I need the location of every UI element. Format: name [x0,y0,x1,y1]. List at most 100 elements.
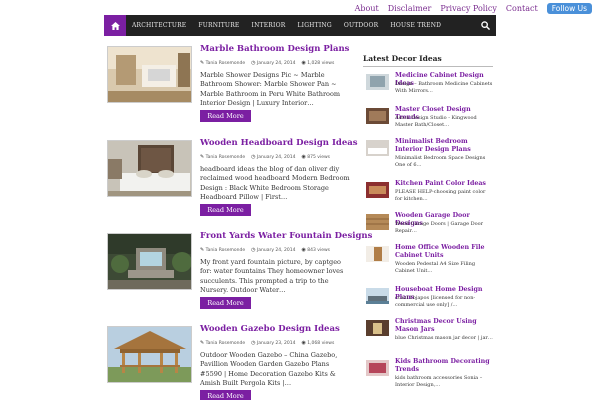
privacy-link[interactable]: Privacy Policy [440,4,497,13]
about-link[interactable]: About [355,4,379,13]
sidebar-item-desc: Aston Design Studio - Kingwood Master Ba… [395,115,477,128]
post-item: Front Yards Water Fountain Designs ✎ Tan… [104,231,372,321]
post-views: 1,028 views [307,61,335,66]
sidebar-item-desc: Design – Bathroom Medicine Cabinets With… [395,81,493,94]
post-views: 1,068 views [307,341,335,346]
post-excerpt: My front yard fountain picture, by captg… [200,258,344,294]
post-excerpt: headboard ideas the blog of dan oliver d… [200,165,350,201]
nav-item-interior[interactable]: INTERIOR [246,22,292,29]
post-title[interactable]: Wooden Headboard Design Ideas [200,138,358,148]
top-links: About Disclaimer Privacy Policy Contact … [355,3,592,14]
post-date: January 24, 2014 [256,155,296,160]
sidebar-item-title[interactable]: Kitchen Paint Color Ideas [395,180,493,188]
nav-item-outdoor[interactable]: OUTDOOR [338,22,385,29]
top-bar: About Disclaimer Privacy Policy Contact … [0,0,600,14]
sidebar-item-desc: kids bathroom accessories Sonia – Interi… [395,375,483,388]
sidebar-thumbnail[interactable] [366,288,389,304]
sidebar-thumbnail[interactable] [366,246,389,262]
eye-icon: ◉ [301,247,306,253]
sidebar-item-desc: blue Christmas mason jar decor | jar… [395,335,493,341]
sidebar-item-desc: Minimalist Bedroom Space Designs One of … [395,155,486,168]
post-author: Tania Rosemonde [205,61,246,66]
sidebar-item: Kitchen Paint Color Ideas PLEASE HELP-ch… [363,180,493,210]
post-item: Wooden Headboard Design Ideas ✎ Tania Ro… [104,138,358,228]
post-title[interactable]: Front Yards Water Fountain Designs [200,231,372,241]
post-meta: ✎ Tania Rosemonde ◷ January 24, 2014 ◉ 8… [200,247,330,253]
read-more-button[interactable]: Read More [200,390,251,400]
sidebar-thumbnail[interactable] [366,108,389,124]
read-more-button[interactable]: Read More [200,110,251,122]
sidebar-title: Latest Decor Ideas [363,54,442,63]
sidebar-item-title[interactable]: Christmas Decor Using Mason Jars [395,318,493,334]
sidebar-item: Medicine Cabinet Design Ideas Design – B… [363,72,493,102]
sidebar-thumbnail[interactable] [366,360,389,376]
read-more-button[interactable]: Read More [200,204,251,216]
search-button[interactable] [481,21,490,30]
sidebar-item-title[interactable]: Kids Bathroom Decorating Trends [395,358,493,374]
pencil-icon: ✎ [200,247,205,253]
post-item: Wooden Gazebo Design Ideas ✎ Tania Rosem… [104,324,354,400]
sidebar-item-title[interactable]: Home Office Wooden File Cabinet Units [395,244,493,260]
sidebar-item: Minimalist Bedroom Interior Design Plans… [363,138,493,168]
sidebar-item: Kids Bathroom Decorating Trends kids bat… [363,358,493,388]
post-title[interactable]: Marble Bathroom Design Plans [200,44,349,54]
sidebar-item-desc: Wooden Pedestal A4 Size Filing Cabinet U… [395,261,476,274]
nav-item-house-trend[interactable]: HOUSE TREND [384,22,447,29]
home-icon [110,21,120,30]
sidebar: Latest Decor Ideas Medicine Cabinet Desi… [363,54,493,388]
post-thumbnail[interactable] [107,140,192,197]
nav-item-lighting[interactable]: LIGHTING [291,22,337,29]
read-more-button[interactable]: Read More [200,297,251,309]
post-meta: ✎ Tania Rosemonde ◷ January 24, 2014 ◉ 1… [200,60,334,66]
sidebar-thumbnail[interactable] [366,182,389,198]
eye-icon: ◉ [301,340,306,346]
sidebar-thumbnail[interactable] [366,74,389,90]
sidebar-item-title[interactable]: Minimalist Bedroom Interior Design Plans [395,138,493,154]
post-thumbnail[interactable] [107,46,192,103]
post-views: 875 views [307,155,330,160]
sidebar-item: Houseboat Home Design Plans ccaz11bjapos… [363,286,493,316]
sidebar-item: Christmas Decor Using Mason Jars blue Ch… [363,318,493,348]
search-icon [481,21,490,30]
post-title[interactable]: Wooden Gazebo Design Ideas [200,324,340,334]
eye-icon: ◉ [301,60,306,66]
clock-icon: ◷ [251,340,256,346]
pencil-icon: ✎ [200,154,205,160]
post-meta: ✎ Tania Rosemonde ◷ January 23, 2014 ◉ 1… [200,340,334,346]
sidebar-divider [363,66,493,67]
post-date: January 23, 2014 [256,341,296,346]
sidebar-item: Home Office Wooden File Cabinet Units Wo… [363,244,493,274]
sidebar-item-desc: ccaz11bjapos [licensed for non-commercia… [395,295,476,308]
post-thumbnail[interactable] [107,233,192,290]
pencil-icon: ✎ [200,60,205,66]
follow-us-button[interactable]: Follow Us [546,3,592,14]
disclaimer-link[interactable]: Disclaimer [388,4,432,13]
sidebar-thumbnail[interactable] [366,140,389,156]
clock-icon: ◷ [251,154,256,160]
post-date: January 24, 2014 [256,248,296,253]
post-date: January 24, 2014 [256,61,296,66]
eye-icon: ◉ [301,154,306,160]
nav-item-furniture[interactable]: FURNITURE [192,22,245,29]
post-thumbnail[interactable] [107,326,192,383]
post-author: Tania Rosemonde [205,248,246,253]
sidebar-item-desc: PLEASE HELP-choosing paint color for kit… [395,189,486,202]
sidebar-thumbnail[interactable] [366,320,389,336]
post-views: 843 views [307,248,330,253]
post-author: Tania Rosemonde [205,341,246,346]
clock-icon: ◷ [251,60,256,66]
main-nav: ARCHITECTURE FURNITURE INTERIOR LIGHTING… [104,15,496,36]
sidebar-item: Wooden Garage Door Designs Wood Garage D… [363,212,493,242]
sidebar-thumbnail[interactable] [366,214,389,230]
contact-link[interactable]: Contact [506,4,538,13]
post-excerpt: Marble Shower Designs Pic ~ Marble Bathr… [200,71,341,107]
nav-item-architecture[interactable]: ARCHITECTURE [126,22,192,29]
post-author: Tania Rosemonde [205,155,246,160]
clock-icon: ◷ [251,247,256,253]
post-meta: ✎ Tania Rosemonde ◷ January 24, 2014 ◉ 8… [200,154,330,160]
home-button[interactable] [104,15,126,36]
post-excerpt: Outdoor Wooden Gazebo – China Gazebo, Pa… [200,351,338,387]
sidebar-item: Master Closet Design Trends Aston Design… [363,106,493,136]
pencil-icon: ✎ [200,340,205,346]
post-item: Marble Bathroom Design Plans ✎ Tania Ros… [104,44,354,134]
